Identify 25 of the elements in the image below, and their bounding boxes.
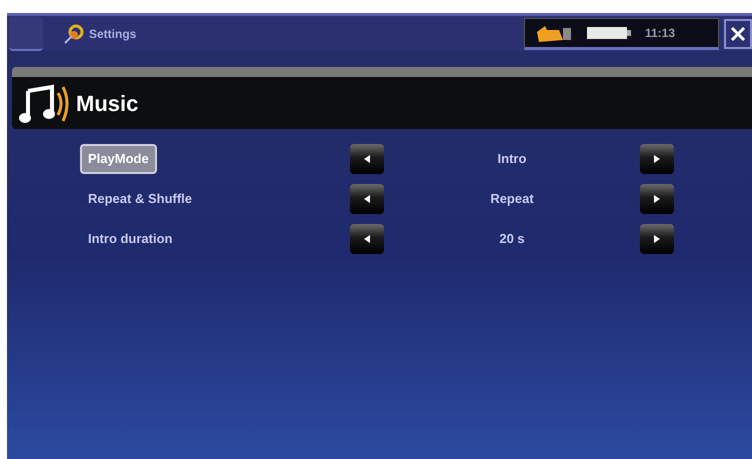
setting-value: 20 s (499, 230, 525, 248)
next-button[interactable] (640, 184, 674, 214)
close-button[interactable] (724, 18, 752, 48)
gear-icon (63, 22, 85, 44)
setting-value: Repeat (490, 190, 534, 208)
previous-button[interactable] (350, 184, 384, 214)
home-button[interactable] (9, 16, 43, 50)
previous-button[interactable] (350, 224, 384, 254)
setting-label[interactable]: Repeat & Shuffle (80, 184, 200, 214)
clock: 11:13 (645, 24, 676, 42)
right-arrow-icon (654, 235, 660, 243)
battery-icon (587, 26, 631, 40)
setting-label[interactable]: Intro duration (80, 224, 180, 254)
left-arrow-icon (364, 155, 370, 163)
right-arrow-icon (654, 195, 660, 203)
right-arrow-icon (654, 155, 660, 163)
previous-button[interactable] (350, 144, 384, 174)
next-button[interactable] (640, 144, 674, 174)
setting-value: Intro (498, 150, 526, 168)
next-button[interactable] (640, 224, 674, 254)
section-title: Music (76, 90, 138, 118)
left-arrow-icon (364, 235, 370, 243)
left-arrow-icon (364, 195, 370, 203)
window-title: Settings (89, 26, 136, 42)
close-icon (730, 26, 746, 42)
